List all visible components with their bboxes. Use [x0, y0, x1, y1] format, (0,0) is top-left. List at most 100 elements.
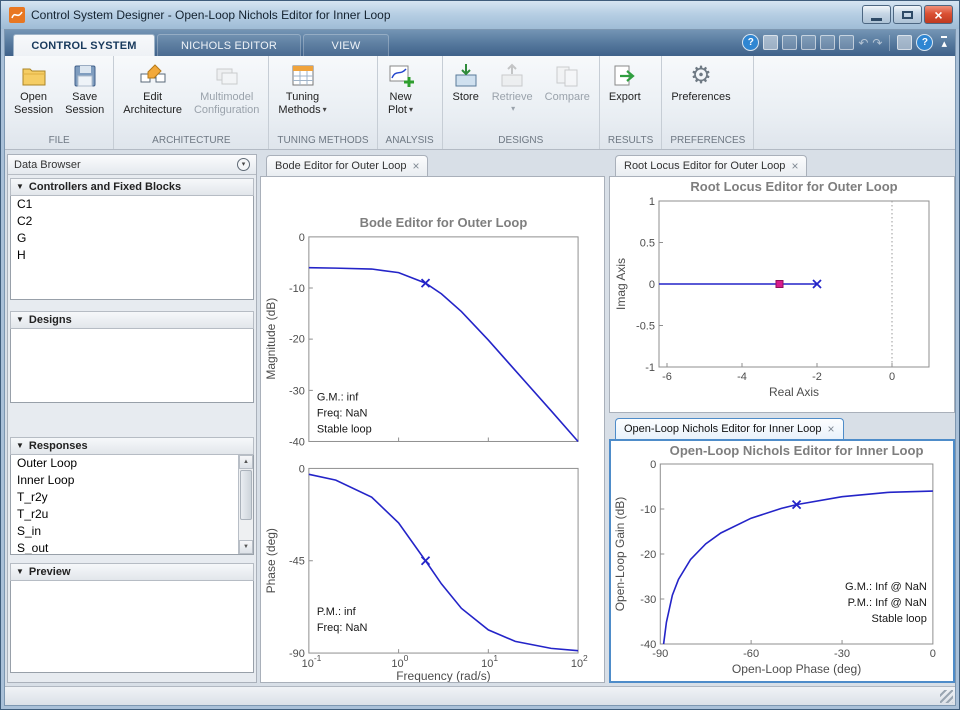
root-locus-ylabel: Imag Axis: [614, 258, 628, 310]
help-badge-icon[interactable]: ?: [742, 34, 760, 51]
closed-loop-pole-marker[interactable]: [775, 280, 784, 288]
ytick: -40: [289, 436, 305, 448]
collapse-triangle-icon[interactable]: ▼: [16, 568, 24, 576]
button-label: Edit: [143, 91, 163, 103]
tab-control-system[interactable]: CONTROL SYSTEM: [13, 34, 155, 56]
title-bar[interactable]: Control System Designer - Open-Loop Nich…: [1, 1, 959, 29]
section-header-responses[interactable]: ▼ Responses: [10, 437, 254, 455]
scroll-down-button[interactable]: ▼: [239, 540, 253, 554]
preferences-button[interactable]: ⚙ Preferences: [666, 59, 735, 106]
group-designs: Store Retrieve ▾ Compare DESIGNS: [443, 56, 600, 149]
store-button[interactable]: Store: [447, 59, 485, 106]
resize-grip[interactable]: [940, 690, 953, 703]
designs-list[interactable]: [10, 329, 254, 403]
compare-button[interactable]: Compare: [540, 59, 595, 106]
button-label: Methods: [278, 103, 321, 116]
root-locus-title: Root Locus Editor for Outer Loop: [690, 179, 897, 194]
tab-nichols-editor[interactable]: NICHOLS EDITOR: [157, 34, 301, 56]
maximize-icon: [902, 10, 913, 19]
responses-list-container[interactable]: Outer Loop Inner Loop T_r2y T_r2u S_in S_out …: [10, 455, 254, 555]
export-button[interactable]: Export: [604, 59, 646, 106]
quick-access-toolbar: ? ↶ ↷ ? ▴: [742, 34, 947, 51]
collapse-triangle-icon[interactable]: ▼: [16, 442, 24, 450]
svg-text:10: 10: [571, 658, 583, 670]
close-tab-icon[interactable]: ×: [828, 423, 835, 435]
store-icon: [452, 61, 480, 91]
data-browser-header[interactable]: Data Browser ▾: [8, 155, 256, 175]
bode-plot-area[interactable]: Bode Editor for Outer Loop 0 -10 -20 -30: [260, 176, 605, 683]
list-item[interactable]: C1: [11, 196, 253, 213]
maximize-button[interactable]: [893, 5, 922, 24]
tuning-methods-button[interactable]: Tuning Methods ▾: [273, 59, 331, 118]
retrieve-button[interactable]: Retrieve ▾: [487, 59, 538, 115]
scroll-track[interactable]: [239, 469, 253, 540]
panel-menu-icon[interactable]: ▾: [237, 158, 250, 171]
section-header-controllers[interactable]: ▼ Controllers and Fixed Blocks: [10, 178, 254, 196]
open-session-button[interactable]: Open Session: [9, 59, 58, 118]
section-header-preview[interactable]: ▼ Preview: [10, 563, 254, 581]
tab-nichols-editor-plot[interactable]: Open-Loop Nichols Editor for Inner Loop …: [615, 418, 844, 439]
scrollbar[interactable]: ▲ ▼: [238, 455, 253, 554]
phase-margin-freq-text: Freq: NaN: [317, 622, 368, 634]
collapse-triangle-icon[interactable]: ▼: [16, 316, 24, 324]
list-item[interactable]: T_r2y: [11, 489, 253, 506]
list-item[interactable]: C2: [11, 213, 253, 230]
list-item[interactable]: Inner Loop: [11, 472, 253, 489]
collapse-triangle-icon[interactable]: ▼: [16, 183, 24, 191]
tab-bode-editor[interactable]: Bode Editor for Outer Loop ×: [266, 155, 429, 176]
list-item[interactable]: T_r2u: [11, 506, 253, 523]
paste-icon[interactable]: [839, 35, 855, 50]
undo-icon[interactable]: ↶: [858, 37, 868, 49]
ytick: -30: [640, 594, 656, 606]
tab-view[interactable]: VIEW: [303, 34, 389, 56]
collapse-toolstrip-icon[interactable]: ▴: [941, 35, 947, 50]
responses-list[interactable]: Outer Loop Inner Loop T_r2y T_r2u S_in S_out: [11, 455, 253, 554]
svg-text:0: 0: [404, 653, 409, 663]
nichols-plot-area[interactable]: Open-Loop Nichols Editor for Inner Loop …: [609, 439, 955, 683]
cut-icon[interactable]: [801, 35, 817, 50]
status-bar: [5, 686, 955, 705]
control-system-designer-window: Control System Designer - Open-Loop Nich…: [0, 0, 960, 710]
xtick: 0: [930, 648, 936, 660]
new-figure-icon[interactable]: [763, 35, 779, 50]
list-item[interactable]: H: [11, 247, 253, 264]
section-header-designs[interactable]: ▼ Designs: [10, 311, 254, 329]
button-label: Tuning: [285, 91, 320, 103]
dropdown-arrow-icon: ▾: [322, 105, 327, 115]
redo-icon[interactable]: ↷: [872, 37, 882, 49]
new-plot-button[interactable]: New Plot ▾: [382, 59, 420, 118]
scroll-thumb[interactable]: [240, 470, 252, 520]
layout-icon[interactable]: [897, 35, 913, 50]
toolstrip-tab-bar: CONTROL SYSTEM NICHOLS EDITOR VIEW ? ↶ ↷…: [5, 30, 955, 56]
help-icon[interactable]: ?: [916, 34, 934, 51]
svg-text:2: 2: [583, 653, 588, 663]
edit-architecture-button[interactable]: Edit Architecture: [118, 59, 187, 118]
multimodel-configuration-button[interactable]: Multimodel Configuration: [189, 59, 264, 118]
group-results: Export RESULTS: [600, 56, 663, 149]
controllers-list[interactable]: C1 C2 G H: [10, 196, 254, 300]
list-item[interactable]: S_out: [11, 540, 253, 554]
root-locus-plot: Root Locus Editor for Outer Loop 1 0.5 0: [614, 179, 930, 399]
list-item[interactable]: Outer Loop: [11, 455, 253, 472]
close-tab-icon[interactable]: ×: [412, 160, 419, 172]
gear-icon: ⚙: [690, 62, 712, 89]
ytick: 0: [299, 463, 305, 475]
group-label-results: RESULTS: [607, 135, 654, 146]
tab-label: VIEW: [331, 39, 361, 52]
minimize-button[interactable]: [862, 5, 891, 24]
close-tab-icon[interactable]: ×: [791, 160, 798, 172]
xtick: -6: [662, 371, 672, 383]
list-item[interactable]: G: [11, 230, 253, 247]
tab-root-locus-editor[interactable]: Root Locus Editor for Outer Loop ×: [615, 155, 808, 176]
dropdown-arrow-icon: ▾: [511, 103, 516, 113]
list-item[interactable]: S_in: [11, 523, 253, 540]
copy-icon[interactable]: [820, 35, 836, 50]
root-locus-plot-area[interactable]: Root Locus Editor for Outer Loop 1 0.5 0: [609, 176, 955, 413]
scroll-up-button[interactable]: ▲: [239, 455, 253, 469]
save-icon[interactable]: [782, 35, 798, 50]
section-designs: ▼ Designs: [10, 311, 254, 403]
save-session-button[interactable]: Save Session: [60, 59, 109, 118]
bode-editor-panel: Bode Editor for Outer Loop × Bode Editor…: [260, 154, 605, 683]
nichols-xlabel: Open-Loop Phase (deg): [732, 662, 861, 676]
close-button[interactable]: ×: [924, 5, 953, 24]
